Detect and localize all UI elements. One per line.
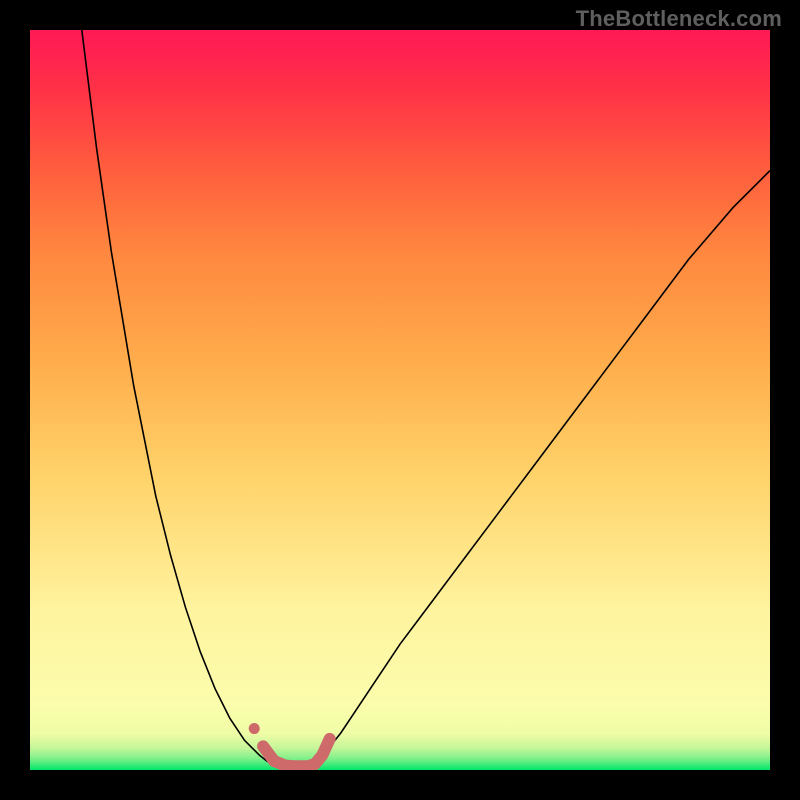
gradient-background <box>30 30 770 770</box>
marker-group <box>249 723 260 734</box>
chart-frame: TheBottleneck.com <box>0 0 800 800</box>
watermark-text: TheBottleneck.com <box>576 6 782 32</box>
marker-left-dot <box>249 723 260 734</box>
plot-area <box>30 30 770 770</box>
chart-svg <box>30 30 770 770</box>
